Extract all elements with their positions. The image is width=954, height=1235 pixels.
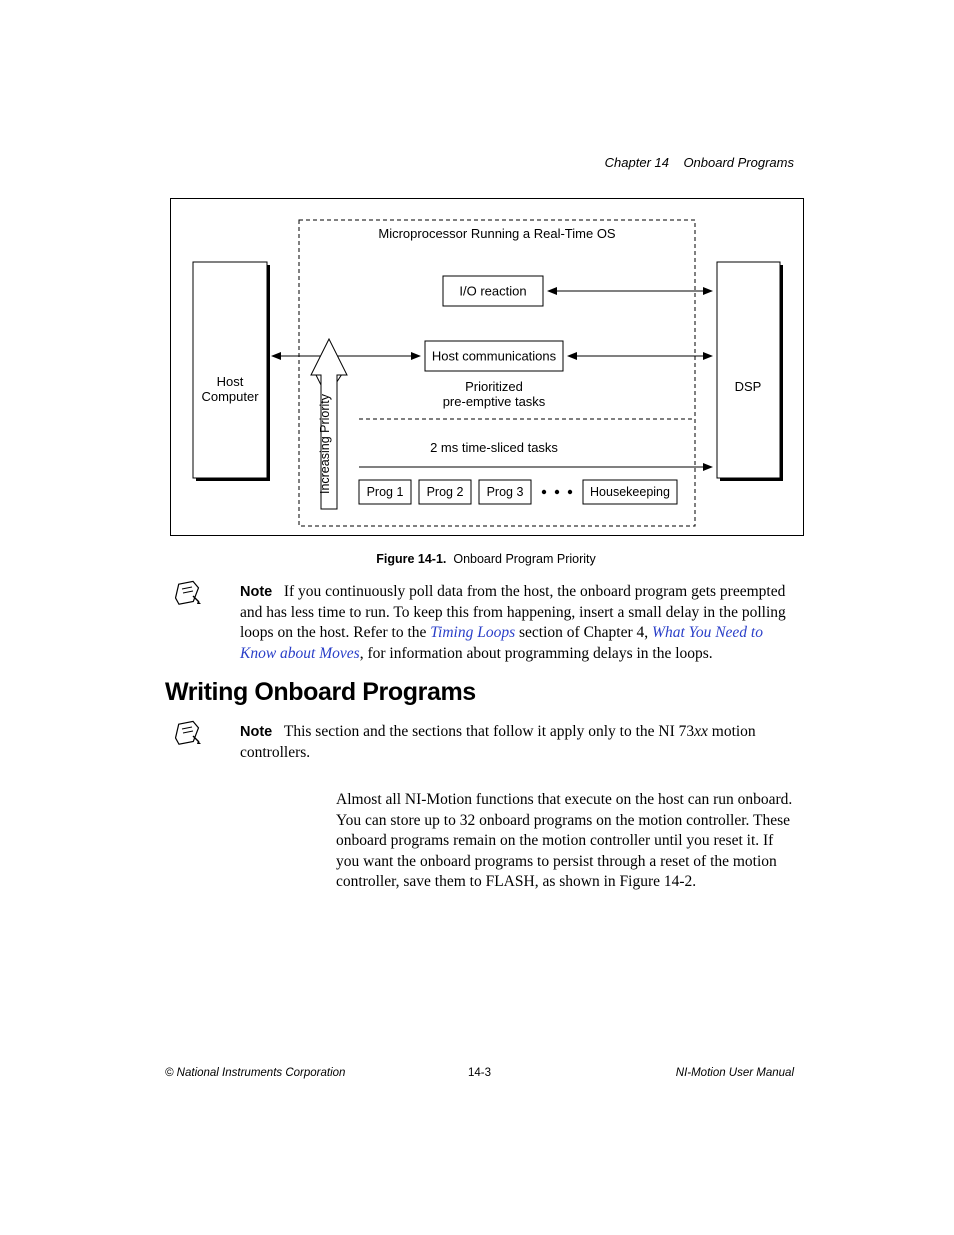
- note-label: Note: [240, 724, 272, 740]
- figure-caption-label: Figure 14-1.: [376, 552, 446, 566]
- chapter-number: Chapter 14: [605, 155, 669, 170]
- chapter-title: Onboard Programs: [683, 155, 794, 170]
- prioritized-line2: pre-emptive tasks: [443, 394, 546, 409]
- prog2: Prog 2: [427, 485, 464, 499]
- page: Chapter 14 Onboard Programs Host Compute…: [0, 0, 954, 1235]
- note-2: Note This section and the sections that …: [240, 722, 800, 763]
- note-label: Note: [240, 584, 272, 600]
- figure-caption: Figure 14-1. Onboard Program Priority: [170, 552, 802, 566]
- prog3: Prog 3: [487, 485, 524, 499]
- host-line1: Host: [217, 374, 244, 389]
- housekeeping: Housekeeping: [590, 485, 670, 499]
- note2-text-a: This section and the sections that follo…: [284, 723, 694, 740]
- page-footer: © National Instruments Corporation 14-3 …: [165, 1067, 794, 1079]
- note-1: Note If you continuously poll data from …: [240, 582, 800, 664]
- figure-caption-text: Onboard Program Priority: [453, 552, 595, 566]
- host-comm-label: Host communications: [432, 349, 557, 364]
- dsp-label: DSP: [735, 379, 762, 394]
- note2-xx: xx: [694, 723, 708, 740]
- section-heading: Writing Onboard Programs: [165, 678, 476, 707]
- footer-right: NI-Motion User Manual: [676, 1067, 794, 1079]
- body-paragraph: Almost all NI-Motion functions that exec…: [336, 790, 796, 893]
- running-header: Chapter 14 Onboard Programs: [605, 155, 794, 170]
- note1-text-b: section of Chapter 4,: [515, 624, 652, 641]
- figure-svg: Host Computer DSP Microprocessor Running…: [171, 199, 803, 535]
- os-label: Microprocessor Running a Real-Time OS: [378, 226, 616, 241]
- priority-arrow-label: Increasing Priority: [318, 393, 332, 494]
- io-reaction-label: I/O reaction: [459, 284, 526, 299]
- timing-loops-link[interactable]: Timing Loops: [430, 624, 515, 641]
- host-line2: Computer: [201, 389, 259, 404]
- note-icon: [175, 580, 201, 606]
- note1-text-c: , for information about programming dela…: [360, 645, 713, 662]
- prioritized-line1: Prioritized: [465, 379, 523, 394]
- note-icon: [175, 720, 201, 746]
- sliced-label: 2 ms time-sliced tasks: [430, 440, 558, 455]
- figure-diagram: Host Computer DSP Microprocessor Running…: [170, 198, 804, 536]
- prog1: Prog 1: [367, 485, 404, 499]
